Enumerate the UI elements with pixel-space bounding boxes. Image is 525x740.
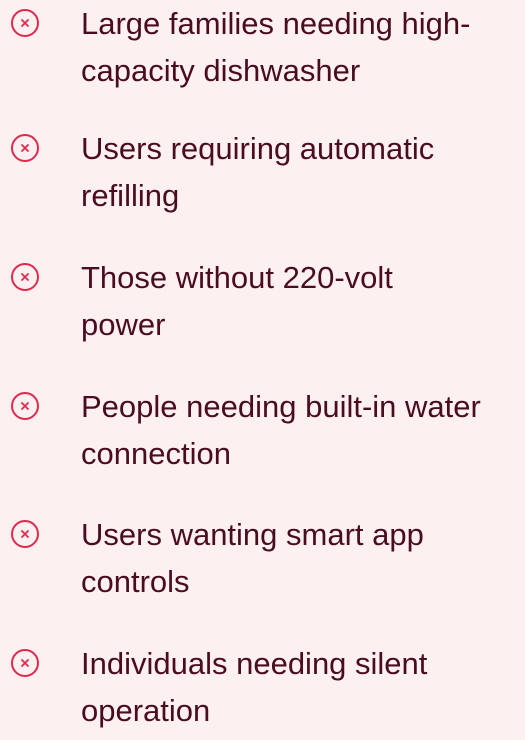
list-item-line: power <box>81 307 166 342</box>
close-circle-icon <box>10 391 40 421</box>
list-item-text: Those without 220-volt power <box>81 254 523 348</box>
list-item-text: People needing built-in water connection <box>81 383 523 477</box>
list-item-line: Individuals needing silent <box>81 646 428 681</box>
list-item: Users wanting smart app controls <box>0 511 525 611</box>
list-item-line: operation <box>81 693 211 728</box>
list-item-text: Individuals needing silent operation <box>81 640 523 734</box>
list-item: Those without 220-volt power <box>0 254 525 354</box>
list-item-line: connection <box>81 436 231 471</box>
list-item-line: Users wanting smart app <box>81 517 424 552</box>
list-item-line: Those without 220-volt <box>81 260 393 295</box>
list-item-text: Large families needing high- capacity di… <box>81 0 523 94</box>
not-suitable-for-list: Large families needing high- capacity di… <box>0 0 525 729</box>
list-item-line: People needing built-in water <box>81 389 481 424</box>
list-item-line: capacity dishwasher <box>81 53 361 88</box>
list-item-text: Users requiring automatic refilling <box>81 125 523 219</box>
close-circle-icon <box>10 262 40 292</box>
list-item-text: Users wanting smart app controls <box>81 511 523 605</box>
close-circle-icon <box>10 648 40 678</box>
close-circle-icon <box>10 8 40 38</box>
list-item: People needing built-in water connection <box>0 383 525 483</box>
list-item-line: Large families needing high- <box>81 6 471 41</box>
list-item: Users requiring automatic refilling <box>0 125 525 225</box>
close-circle-icon <box>10 519 40 549</box>
list-item-line: Users requiring automatic <box>81 131 435 166</box>
list-item-line: controls <box>81 564 190 599</box>
list-item-line: refilling <box>81 178 180 213</box>
close-circle-icon <box>10 133 40 163</box>
list-item: Large families needing high- capacity di… <box>0 0 525 100</box>
list-item: Individuals needing silent operation <box>0 640 525 740</box>
